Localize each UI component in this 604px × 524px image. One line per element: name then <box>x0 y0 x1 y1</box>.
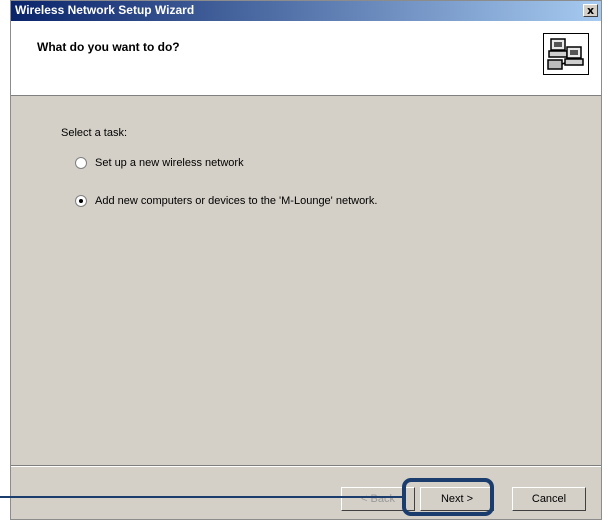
title-bar: Wireless Network Setup Wizard x <box>11 1 601 21</box>
window-title: Wireless Network Setup Wizard <box>15 3 195 17</box>
option-new-network[interactable]: Set up a new wireless network <box>75 157 244 169</box>
next-button-highlight <box>402 478 494 516</box>
radio-add-devices[interactable] <box>75 195 87 207</box>
close-button[interactable]: x <box>583 4 598 17</box>
radio-new-network[interactable] <box>75 157 87 169</box>
close-icon: x <box>586 4 595 17</box>
wizard-content: Select a task: Set up a new wireless net… <box>11 96 601 461</box>
page-title: What do you want to do? <box>37 40 180 54</box>
option-new-network-label: Set up a new wireless network <box>95 157 244 169</box>
wizard-window: Wireless Network Setup Wizard x What do … <box>10 0 602 520</box>
callout-line <box>0 496 404 498</box>
option-add-devices[interactable]: Add new computers or devices to the 'M-L… <box>75 195 377 207</box>
task-prompt: Select a task: <box>61 127 128 139</box>
network-computers-icon <box>543 33 589 75</box>
footer-divider <box>11 465 601 467</box>
cancel-button[interactable]: Cancel <box>512 487 586 511</box>
option-add-devices-label: Add new computers or devices to the 'M-L… <box>95 195 378 207</box>
wizard-header: What do you want to do? <box>11 21 601 96</box>
